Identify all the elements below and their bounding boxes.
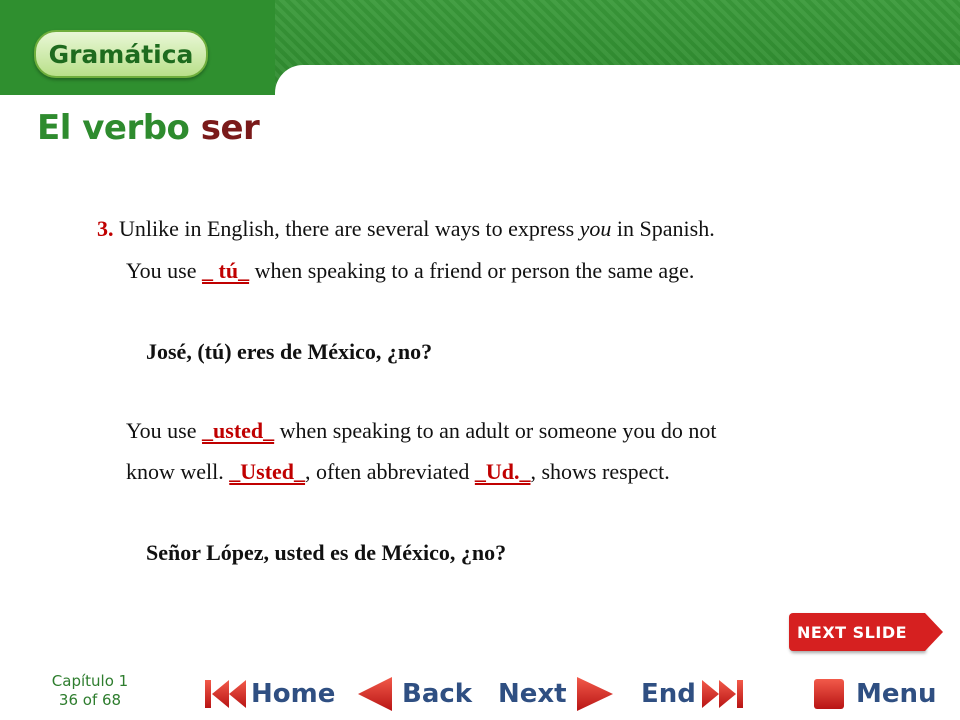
section-badge: Gramática	[34, 30, 208, 78]
menu-label: Menu	[856, 679, 937, 709]
last-page-icon	[701, 680, 743, 708]
menu-button[interactable]: Menu	[812, 672, 937, 716]
example-sentence-2: Señor López, usted es de México, ¿no?	[146, 540, 507, 565]
next-slide-body: NEXT SLIDE	[789, 613, 925, 651]
text-run: in Spanish.	[611, 216, 715, 241]
home-label: Home	[251, 679, 336, 709]
paragraph-line-3: You use _usted_ when speaking to an adul…	[126, 418, 717, 444]
text-run: when speaking to an adult or someone you…	[274, 418, 717, 443]
section-label: Gramática	[48, 39, 194, 69]
text-run: Unlike in English, there are several way…	[113, 216, 580, 241]
first-page-icon	[205, 680, 246, 708]
example-sentence-1: José, (tú) eres de México, ¿no?	[146, 339, 433, 364]
text-run: when speaking to a friend or person the …	[249, 258, 695, 283]
header-curve	[275, 65, 960, 105]
home-button[interactable]: Home	[203, 672, 335, 716]
next-label: Next	[498, 679, 567, 709]
next-slide-label: NEXT SLIDE	[797, 622, 908, 642]
next-slide-arrow-icon	[925, 613, 943, 651]
text-run: , often abbreviated	[305, 459, 475, 484]
paragraph-line-1: 3. Unlike in English, there are several …	[97, 216, 715, 242]
text-run: You use	[126, 258, 203, 283]
answer-ud: _Ud._	[474, 459, 531, 484]
paragraph-line-4: know well. _Usted_, often abbreviated _U…	[126, 459, 670, 485]
answer-usted: _usted_	[202, 418, 275, 443]
answer-usted-capital: _Usted_	[229, 459, 306, 484]
text-run: You use	[126, 418, 203, 443]
next-slide-button[interactable]: NEXT SLIDE	[789, 613, 949, 651]
next-arrow-icon	[576, 677, 613, 711]
menu-square-icon	[814, 679, 844, 709]
title-part-1: El verbo	[37, 108, 201, 148]
back-label: Back	[402, 679, 473, 709]
chapter-info: Capítulo 1 36 of 68	[40, 672, 140, 710]
text-run: know well.	[126, 459, 230, 484]
slide-title: El verbo ser	[37, 108, 260, 148]
title-part-2: ser	[200, 108, 260, 148]
answer-tu: _ tú_	[202, 258, 250, 283]
italic-you: you	[579, 216, 612, 241]
text-run: , shows respect.	[530, 459, 670, 484]
end-label: End	[641, 679, 696, 709]
chapter-label: Capítulo 1	[51, 672, 129, 690]
end-button[interactable]: End	[641, 672, 746, 716]
next-button[interactable]: Next	[498, 672, 615, 716]
point-number: 3.	[97, 216, 114, 241]
paragraph-line-2: You use _ tú_ when speaking to a friend …	[126, 258, 694, 284]
back-button[interactable]: Back	[356, 672, 472, 716]
back-arrow-icon	[358, 677, 392, 711]
page-counter: 36 of 68	[58, 691, 122, 709]
